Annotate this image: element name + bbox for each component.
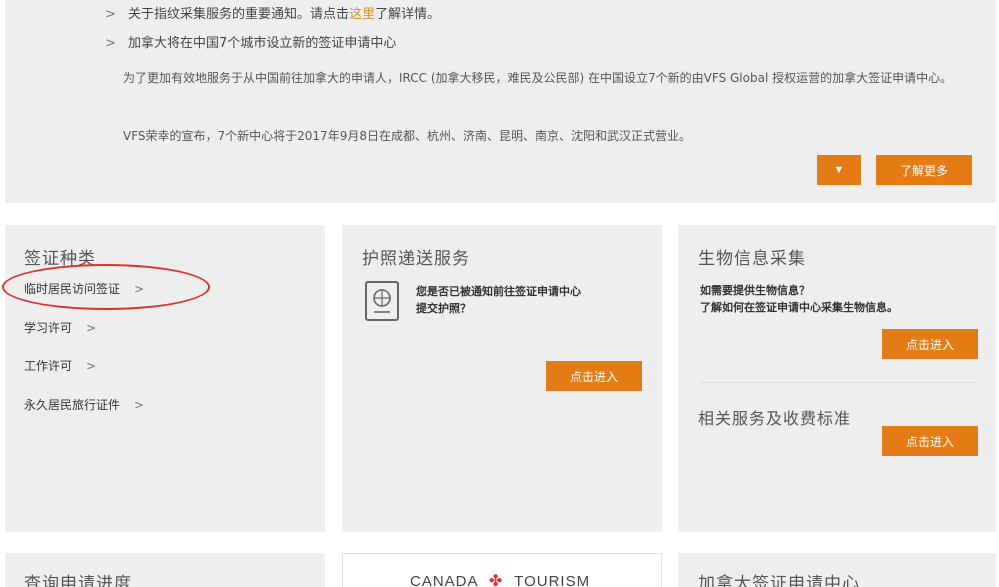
logo-canada-text: CANADA (410, 573, 478, 587)
visa-item-label: 学习许可 (24, 321, 73, 335)
logo-tourism-text: TOURISM (514, 573, 591, 587)
passport-desc-line2: 提交护照？ (416, 302, 471, 315)
notice-paragraph-1: 为了更加有效地服务于从中国前往加拿大的申请人，IRCC (加拿大移民，难民及公民… (123, 71, 953, 85)
expand-toggle-button[interactable]: ▼ (817, 155, 861, 185)
notice-item-fingerprint: > 关于指纹采集服务的重要通知。请点击这里了解详情。 (105, 3, 440, 22)
notice-item-text: 关于指纹采集服务的重要通知。请点击 (128, 7, 350, 22)
notice-item-new-centers: > 加拿大将在中国7个城市设立新的签证申请中心 (105, 32, 396, 51)
red-highlight-circle (2, 264, 210, 310)
here-link[interactable]: 这里 (349, 7, 375, 22)
fees-enter-button[interactable]: 点击进入 (882, 426, 978, 456)
notice-panel: > 关于指纹采集服务的重要通知。请点击这里了解详情。 > 加拿大将在中国7个城市… (5, 0, 996, 203)
biometrics-card (678, 225, 996, 532)
passport-icon (365, 281, 399, 321)
biometrics-title: 生物信息采集 (698, 249, 806, 269)
canada-vac-title[interactable]: 加拿大签证申请中心 (698, 569, 860, 587)
divider (700, 382, 978, 383)
chevron-right-icon: > (86, 321, 97, 335)
passport-desc-line1: 您是否已被通知前往签证申请中心 (416, 285, 581, 298)
visa-item-label: 工作许可 (24, 359, 73, 373)
passport-delivery-title: 护照递送服务 (362, 249, 470, 269)
biometrics-question-line1: 如需要提供生物信息？ (700, 284, 810, 297)
chevron-right-icon: > (105, 7, 116, 22)
biometrics-question-line2: 了解如何在签证申请中心采集生物信息。 (700, 301, 898, 314)
notice-item-text: 加拿大将在中国7个城市设立新的签证申请中心 (128, 36, 397, 51)
biometrics-enter-button[interactable]: 点击进入 (882, 329, 978, 359)
fees-title: 相关服务及收费标准 (698, 409, 852, 428)
visa-item-pr-travel-document[interactable]: 永久居民旅行证件 > (24, 396, 144, 413)
chevron-right-icon: > (134, 398, 145, 412)
notice-paragraph-2: VFS荣幸的宣布，7个新中心将于2017年9月8日在成都、杭州、济南、昆明、南京… (123, 129, 691, 143)
maple-leaf-icon: ✤ (488, 573, 504, 587)
visa-item-study-permit[interactable]: 学习许可 > (24, 319, 96, 336)
visa-item-label: 永久居民旅行证件 (24, 398, 121, 412)
application-status-title[interactable]: 查询申请进度 (24, 569, 132, 587)
passport-enter-button[interactable]: 点击进入 (546, 361, 642, 391)
notice-item-suffix: 了解详情。 (375, 7, 441, 22)
chevron-right-icon: > (86, 359, 97, 373)
learn-more-button[interactable]: 了解更多 (876, 155, 972, 185)
canada-tourism-logo: CANADA ✤ TOURISM (410, 571, 590, 587)
visa-item-work-permit[interactable]: 工作许可 > (24, 357, 96, 374)
chevron-right-icon: > (105, 36, 116, 51)
